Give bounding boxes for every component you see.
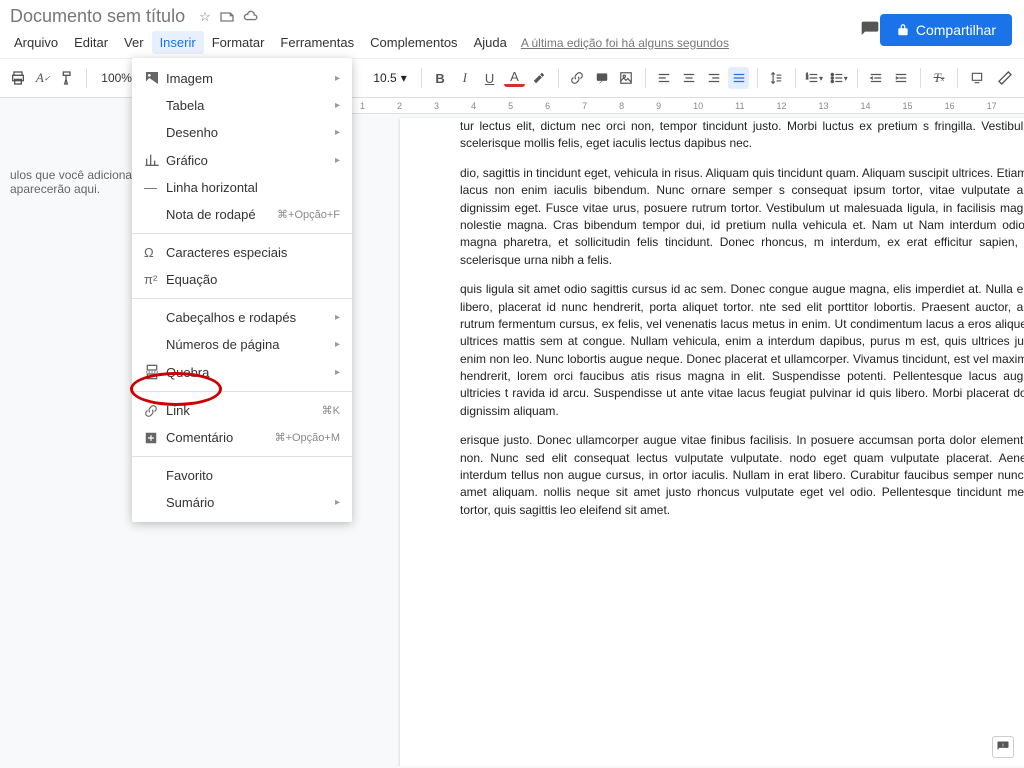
separator — [132, 391, 352, 392]
menu-ver[interactable]: Ver — [116, 31, 152, 54]
dd-favorito[interactable]: Favorito — [132, 462, 352, 489]
insert-dropdown: Imagem▸ Tabela▸ Desenho▸ Gráfico▸ —Linha… — [132, 58, 352, 522]
menu-editar[interactable]: Editar — [66, 31, 116, 54]
document-title[interactable]: Documento sem título — [10, 6, 185, 27]
edit-mode-button[interactable] — [995, 67, 1016, 89]
separator — [558, 68, 559, 88]
document-body[interactable]: tur lectus elit, dictum nec orci non, te… — [460, 118, 1024, 519]
paint-format-icon[interactable] — [58, 67, 79, 89]
separator — [132, 456, 352, 457]
link-icon — [144, 404, 166, 418]
menu-ajuda[interactable]: Ajuda — [466, 31, 515, 54]
separator — [857, 68, 858, 88]
plus-box-icon — [144, 431, 166, 445]
separator — [132, 298, 352, 299]
cloud-icon[interactable] — [243, 9, 259, 25]
chevron-right-icon: ▸ — [335, 100, 340, 111]
fontsize-dropdown[interactable]: 10.5▾ — [367, 71, 412, 85]
lock-icon — [896, 23, 910, 37]
chevron-right-icon: ▸ — [335, 497, 340, 508]
chevron-right-icon: ▸ — [335, 339, 340, 350]
menu-complementos[interactable]: Complementos — [362, 31, 465, 54]
dd-tabela[interactable]: Tabela▸ — [132, 92, 352, 119]
chevron-right-icon: ▸ — [335, 73, 340, 84]
dd-link[interactable]: Link⌘K — [132, 397, 352, 424]
separator — [645, 68, 646, 88]
menu-inserir[interactable]: Inserir — [152, 31, 204, 54]
chevron-right-icon: ▸ — [335, 312, 340, 323]
line-icon: — — [144, 180, 166, 195]
menu-arquivo[interactable]: Arquivo — [6, 31, 66, 54]
separator — [86, 68, 87, 88]
omega-icon: Ω — [144, 245, 166, 260]
dd-sumario[interactable]: Sumário▸ — [132, 489, 352, 516]
svg-text:2: 2 — [806, 76, 808, 80]
link-button[interactable] — [567, 67, 588, 89]
highlight-button[interactable] — [529, 67, 550, 89]
separator — [957, 68, 958, 88]
align-right-button[interactable] — [703, 67, 724, 89]
text-color-button[interactable]: A — [504, 69, 525, 87]
image-icon — [144, 70, 166, 86]
share-label: Compartilhar — [916, 22, 996, 38]
dd-numeros[interactable]: Números de página▸ — [132, 331, 352, 358]
last-edit-label[interactable]: A última edição foi há alguns segundos — [521, 36, 729, 50]
dd-grafico[interactable]: Gráfico▸ — [132, 146, 352, 174]
dd-imagem[interactable]: Imagem▸ — [132, 64, 352, 92]
italic-button[interactable]: I — [454, 67, 475, 89]
align-center-button[interactable] — [679, 67, 700, 89]
star-icon[interactable]: ☆ — [199, 9, 211, 25]
page[interactable]: tur lectus elit, dictum nec orci non, te… — [400, 118, 1024, 766]
separator — [421, 68, 422, 88]
share-button[interactable]: Compartilhar — [880, 14, 1012, 46]
separator — [920, 68, 921, 88]
dd-cabecalhos[interactable]: Cabeçalhos e rodapés▸ — [132, 304, 352, 331]
comment-button[interactable] — [591, 67, 612, 89]
chevron-right-icon: ▸ — [335, 155, 340, 166]
chevron-right-icon: ▸ — [335, 127, 340, 138]
line-spacing-button[interactable] — [766, 67, 787, 89]
separator — [795, 68, 796, 88]
numbered-list-button[interactable]: 12▾ — [804, 67, 825, 89]
underline-button[interactable]: U — [479, 67, 500, 89]
chevron-right-icon: ▸ — [335, 367, 340, 378]
feedback-button[interactable] — [992, 736, 1014, 758]
spellcheck-icon[interactable]: A✓ — [33, 67, 54, 89]
indent-decrease-button[interactable] — [866, 67, 887, 89]
chevron-down-icon: ▾ — [401, 71, 407, 85]
separator — [132, 233, 352, 234]
input-tools-button[interactable] — [966, 67, 987, 89]
indent-increase-button[interactable] — [891, 67, 912, 89]
print-icon[interactable] — [8, 67, 29, 89]
bold-button[interactable]: B — [430, 67, 451, 89]
move-icon[interactable] — [219, 9, 235, 25]
chart-icon — [144, 152, 166, 168]
clear-format-button[interactable]: Tx — [929, 67, 950, 89]
dd-linha[interactable]: —Linha horizontal — [132, 174, 352, 201]
menu-formatar[interactable]: Formatar — [204, 31, 273, 54]
bullet-list-button[interactable]: ▾ — [828, 67, 849, 89]
image-button[interactable] — [616, 67, 637, 89]
pi-icon: π² — [144, 272, 166, 287]
separator — [757, 68, 758, 88]
menu-ferramentas[interactable]: Ferramentas — [272, 31, 362, 54]
dd-desenho[interactable]: Desenho▸ — [132, 119, 352, 146]
dd-equacao[interactable]: π²Equação — [132, 266, 352, 293]
dd-quebra[interactable]: Quebra▸ — [132, 358, 352, 386]
align-justify-button[interactable] — [728, 67, 749, 89]
align-left-button[interactable] — [654, 67, 675, 89]
dd-nota[interactable]: Nota de rodapé⌘+Opção+F — [132, 201, 352, 228]
dd-comentario[interactable]: Comentário⌘+Opção+M — [132, 424, 352, 451]
dd-caracteres[interactable]: ΩCaracteres especiais — [132, 239, 352, 266]
page-break-icon — [144, 364, 166, 380]
